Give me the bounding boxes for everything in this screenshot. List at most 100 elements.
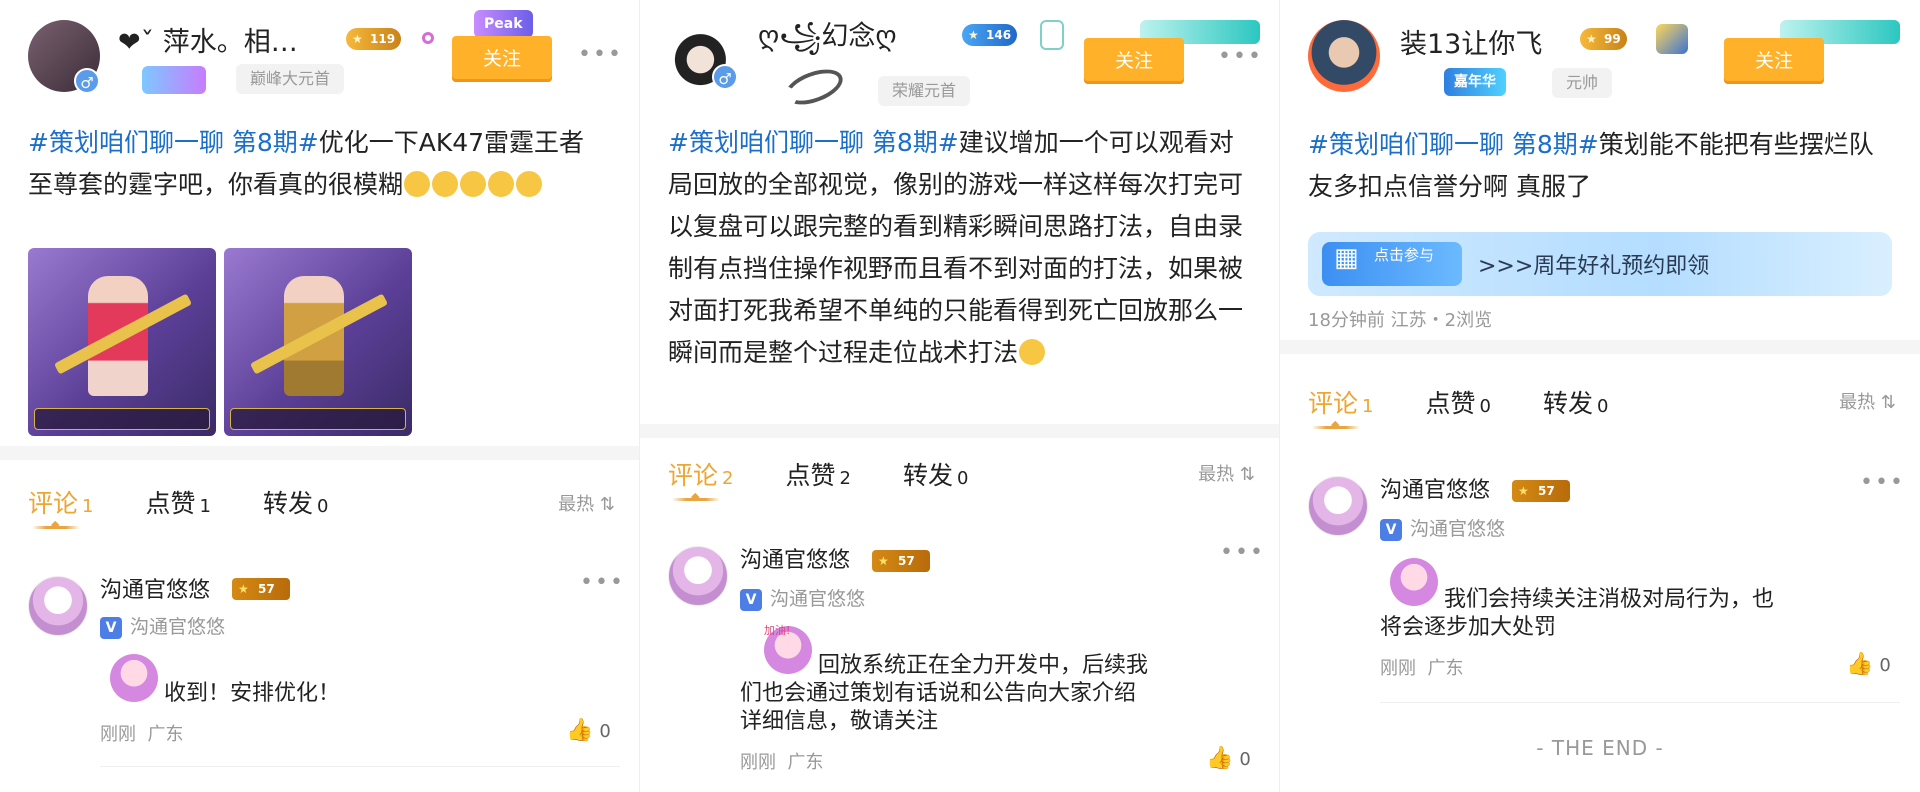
more-dots-icon[interactable]: ••• xyxy=(1218,44,1263,69)
comment-meta: 刚刚 广东 xyxy=(740,752,824,773)
divider xyxy=(640,424,1279,438)
comment-author[interactable]: 沟通官悠悠 xyxy=(740,542,850,574)
tab-likes[interactable]: 点赞 0 xyxy=(1425,384,1490,420)
post-header: ♂ ღ꧁幻念ღ 146 荣耀元首 关注 ••• xyxy=(664,14,1264,112)
follow-button[interactable]: 关注 xyxy=(1084,38,1184,84)
more-dots-icon[interactable]: ••• xyxy=(1860,470,1905,495)
comment-like-button[interactable]: 👍 0 xyxy=(1846,652,1891,677)
tab-shares[interactable]: 转发 0 xyxy=(263,484,328,520)
more-dots-icon[interactable]: ••• xyxy=(580,570,625,595)
comment-meta: 刚刚 广东 xyxy=(100,724,184,745)
comment-avatar[interactable] xyxy=(668,546,728,606)
username[interactable]: 装13让你飞 xyxy=(1400,22,1542,61)
topic-link[interactable]: #策划咱们聊一聊 第8期# xyxy=(668,128,959,157)
event-banner[interactable]: 点击参与 >>>周年好礼预约即领 xyxy=(1308,232,1892,296)
more-dots-icon[interactable]: ••• xyxy=(578,42,623,67)
verified-v-icon: V xyxy=(100,617,122,639)
sticker-label: 加油! xyxy=(764,624,791,637)
wing-icon xyxy=(1656,24,1688,54)
crying-emoji-icon xyxy=(488,171,515,197)
comment-text-line: 我们会持续关注消极对局行为，也 xyxy=(1444,587,1775,612)
post-panel-1: ♂ ❤ˇ 萍水。相… 119 Peak 巅峰大元首 关注 ••• #策划咱们聊一… xyxy=(0,0,640,792)
banner-text: >>>周年好礼预约即领 xyxy=(1478,254,1710,279)
comment-author[interactable]: 沟通官悠悠 xyxy=(100,572,210,604)
tab-likes[interactable]: 点赞 1 xyxy=(145,484,210,520)
comment-tabs: 评论2 点赞2 转发0 xyxy=(668,456,1020,503)
post-meta: 18分钟前 江苏・2浏览 xyxy=(1308,310,1493,331)
carnival-badge: 嘉年华 xyxy=(1444,68,1506,96)
comment-text-line: 们也会通过策划有话说和公告向大家介绍 xyxy=(740,681,1137,706)
username[interactable]: ❤ˇ 萍水。相… xyxy=(118,20,298,59)
dot-icon xyxy=(422,32,434,44)
post-image[interactable] xyxy=(224,248,412,436)
image-gallery xyxy=(28,248,412,436)
follow-button[interactable]: 关注 xyxy=(1724,38,1824,84)
post-body: 建议增加一个可以观看对局回放的全部视觉，像别的游戏一样这样每次打完可以复盘可以跟… xyxy=(668,128,1244,367)
comment-avatar[interactable] xyxy=(28,576,88,636)
sort-icon: ⇅ xyxy=(599,494,615,515)
comment-text: 收到！安排优化！ xyxy=(164,681,341,706)
sort-icon: ⇅ xyxy=(1880,392,1896,413)
divider xyxy=(0,446,639,460)
thumb-up-icon: 👍 xyxy=(566,718,594,743)
post-text: #策划咱们聊一聊 第8期#策划能不能把有些摆烂队友多扣点信誉分啊 真服了 xyxy=(1308,124,1898,208)
comment-like-button[interactable]: 👍 0 xyxy=(1206,746,1251,771)
post-panel-3: 装13让你飞 99 嘉年华 元帅 关注 #策划咱们聊一聊 第8期#策划能不能把有… xyxy=(1280,0,1920,792)
follow-button[interactable]: 关注 xyxy=(452,36,552,82)
comment-subtitle: V 沟通官悠悠 xyxy=(1380,514,1505,541)
join-button[interactable]: 点击参与 xyxy=(1322,242,1462,286)
divider xyxy=(1380,702,1900,703)
post-header: ♂ ❤ˇ 萍水。相… 119 Peak 巅峰大元首 关注 ••• xyxy=(24,10,624,106)
tab-likes[interactable]: 点赞 2 xyxy=(785,456,850,492)
qr-icon xyxy=(1040,20,1064,50)
crying-emoji-icon xyxy=(516,171,543,197)
level-badge: 146 xyxy=(962,24,1018,46)
comment-text-line: 回放系统正在全力开发中，后续我 xyxy=(818,653,1149,678)
verified-v-icon: V xyxy=(1380,519,1402,541)
tab-comments[interactable]: 评论1 xyxy=(1308,384,1373,431)
sticker-image xyxy=(110,654,158,702)
comment-meta: 刚刚 广东 xyxy=(1380,658,1464,679)
avatar[interactable] xyxy=(1308,20,1380,92)
divider xyxy=(100,766,620,767)
post-image[interactable] xyxy=(28,248,216,436)
sort-button[interactable]: 最热 ⇅ xyxy=(1839,388,1896,414)
comment-author[interactable]: 沟通官悠悠 xyxy=(1380,472,1490,504)
sort-button[interactable]: 最热 ⇅ xyxy=(1198,460,1255,486)
level-badge: 119 xyxy=(346,28,402,50)
topic-link[interactable]: #策划咱们聊一聊 第8期# xyxy=(1308,130,1599,159)
crying-emoji-icon xyxy=(432,171,459,197)
post-text: #策划咱们聊一聊 第8期#建议增加一个可以观看对局回放的全部视觉，像别的游戏一样… xyxy=(668,122,1258,374)
more-dots-icon[interactable]: ••• xyxy=(1220,540,1265,565)
crying-emoji-icon xyxy=(460,171,487,197)
comment-tabs: 评论1 点赞0 转发0 xyxy=(1308,384,1660,431)
post-text: #策划咱们聊一聊 第8期#优化一下AK47雷霆王者至尊套的霆字吧，你看真的很模糊 xyxy=(28,122,608,206)
tab-shares[interactable]: 转发 0 xyxy=(1543,384,1608,420)
sticker-image xyxy=(1390,558,1438,606)
decor-badge xyxy=(142,66,206,94)
tab-comments[interactable]: 评论1 xyxy=(28,484,93,531)
title-tag: 巅峰大元首 xyxy=(236,64,345,94)
title-tag: 荣耀元首 xyxy=(878,76,971,106)
end-marker: - THE END - xyxy=(1536,736,1664,760)
gender-male-icon: ♂ xyxy=(712,64,738,90)
sort-button[interactable]: 最热 ⇅ xyxy=(558,490,615,516)
username[interactable]: ღ꧁幻念ღ xyxy=(758,14,897,70)
peak-badge: Peak xyxy=(474,10,533,38)
tab-comments[interactable]: 评论2 xyxy=(668,456,733,503)
comment-avatar[interactable] xyxy=(1308,476,1368,536)
thumb-up-icon: 👍 xyxy=(1206,746,1234,771)
level-badge: 99 xyxy=(1580,28,1627,50)
comment-like-button[interactable]: 👍 0 xyxy=(566,718,611,743)
tab-shares[interactable]: 转发 0 xyxy=(903,456,968,492)
title-tag: 元帅 xyxy=(1552,68,1613,98)
comment-subtitle: V 沟通官悠悠 xyxy=(100,612,225,639)
crying-emoji-icon xyxy=(404,171,431,197)
topic-link[interactable]: #策划咱们聊一聊 第8期# xyxy=(28,128,319,157)
post-panel-2: ♂ ღ꧁幻念ღ 146 荣耀元首 关注 ••• #策划咱们聊一聊 第8期#建议增… xyxy=(640,0,1280,792)
thumb-up-icon: 👍 xyxy=(1846,652,1874,677)
sort-icon: ⇅ xyxy=(1239,464,1255,485)
comment-text-line: 将会逐步加大处罚 xyxy=(1380,615,1557,640)
comment-subtitle: V 沟通官悠悠 xyxy=(740,584,865,611)
comment-text-line: 详细信息，敬请关注 xyxy=(740,709,939,734)
